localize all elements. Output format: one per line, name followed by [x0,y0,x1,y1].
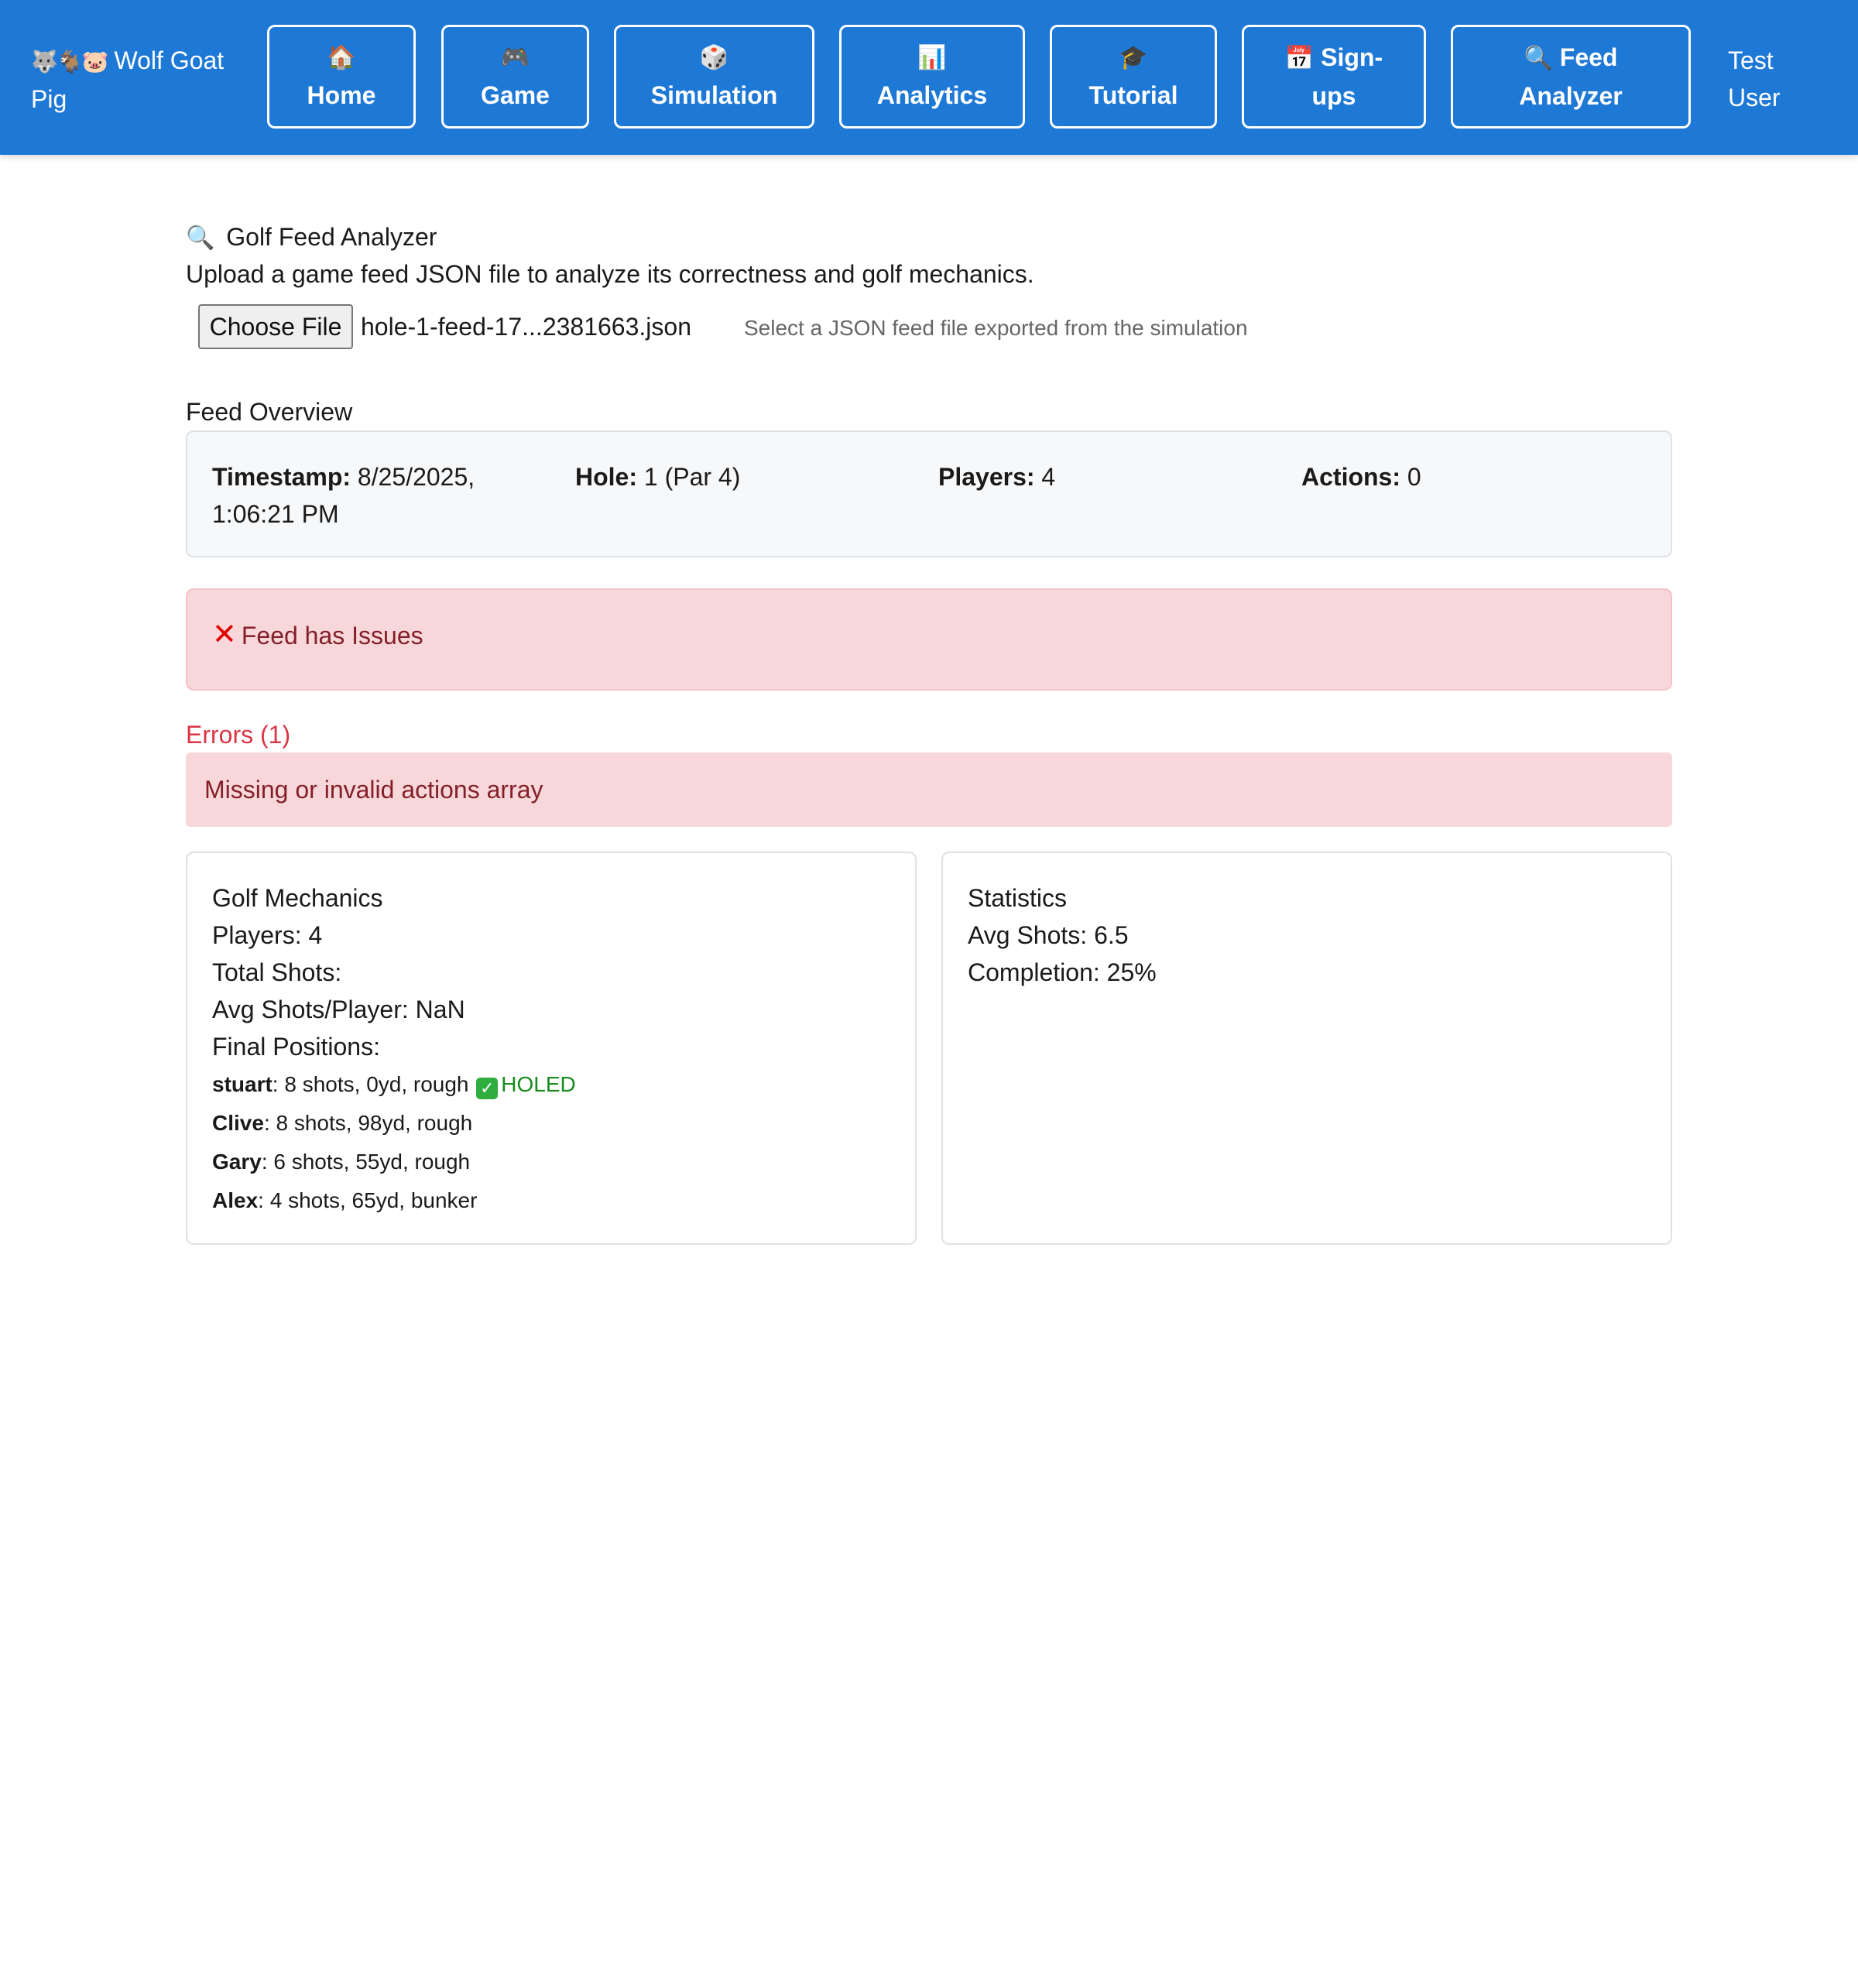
house-icon: 🏠 [327,45,356,70]
feed-status-text: Feed has Issues [241,622,423,650]
final-positions-label: Final Positions: [212,1033,380,1061]
errors-heading: Errors (1) [186,721,291,749]
timestamp-label: Timestamp: [212,463,351,491]
holed-badge: HOLED [501,1072,576,1096]
user-name[interactable]: Test User [1728,42,1821,116]
page-intro: Upload a game feed JSON file to analyze … [186,260,1034,288]
player-name: Gary [212,1150,262,1174]
overview-actions: Actions: 0 [1301,458,1627,495]
nav-home-button[interactable]: 🏠 Home [267,25,416,129]
nav-analytics-button[interactable]: 📊 Analytics [839,25,1025,129]
player-name: Clive [212,1111,264,1135]
overview-hole: Hole: 1 (Par 4) [575,458,900,495]
gamepad-icon: 🎮 [500,45,530,70]
nav-simulation-label: Simulation [650,81,778,109]
check-icon: ✓ [476,1078,499,1099]
statistics-card: Statistics Avg Shots: 6.5 Completion: 25… [941,852,1672,1245]
actions-label: Actions: [1301,463,1400,491]
hole-label: Hole: [575,463,637,491]
error-item: Missing or invalid actions array [186,752,1672,827]
player-name: stuart [212,1072,273,1096]
mechanics-avg-shots: Avg Shots/Player: NaN [212,996,465,1023]
mechanics-title: Golf Mechanics [212,884,383,912]
dice-icon: 🎲 [699,45,729,70]
statistics-avg-shots: Avg Shots: 6.5 [968,921,1129,949]
magnifier-icon: 🔍 [186,225,215,251]
player-detail: : 8 shots, 0yd, rough [272,1072,469,1096]
nav-tutorial-label: Tutorial [1088,81,1178,109]
feed-status-alert: ✕ Feed has Issues [186,588,1672,691]
nav-signups-label: Sign-ups [1311,43,1383,110]
cross-icon: ✕ [212,619,237,651]
player-detail: : 4 shots, 65yd, bunker [258,1188,478,1212]
statistics-title: Statistics [968,884,1068,912]
choose-file-button[interactable]: Choose File [198,304,353,349]
position-row: Clive: 8 shots, 98yd, rough [212,1104,890,1143]
overview-timestamp: Timestamp: 8/25/2025, 1:06:21 PM [212,458,537,533]
nav-simulation-button[interactable]: 🎲 Simulation [614,25,814,129]
actions-value: 0 [1407,463,1421,491]
calendar-icon: 📅 [1284,46,1315,71]
magnifier-icon: 🔍 [1524,46,1553,71]
player-detail: : 8 shots, 98yd, rough [263,1111,473,1135]
player-name: Alex [212,1188,259,1212]
mechanics-total-shots: Total Shots: [212,958,342,986]
overview-players: Players: 4 [938,458,1263,495]
feed-overview-panel: Timestamp: 8/25/2025, 1:06:21 PM Hole: 1… [186,430,1672,557]
nav-feed-analyzer-button[interactable]: 🔍 Feed Analyzer [1451,25,1691,129]
top-nav-bar: 🐺🐐🐷 Wolf Goat Pig 🏠 Home 🎮 Game 🎲 Simula… [0,0,1858,155]
brand-logo[interactable]: 🐺🐐🐷 Wolf Goat Pig [31,42,248,118]
nav-signups-button[interactable]: 📅 Sign-ups [1242,25,1426,129]
hole-value: 1 (Par 4) [643,463,741,491]
nav-home-label: Home [307,81,376,109]
mechanics-players: Players: 4 [212,921,323,949]
statistics-completion: Completion: 25% [968,958,1157,986]
golf-mechanics-card: Golf Mechanics Players: 4 Total Shots: A… [186,852,917,1245]
players-value: 4 [1041,463,1056,491]
selected-file-name: hole-1-feed-17...2381663.json [361,313,691,341]
nav-tutorial-button[interactable]: 🎓 Tutorial [1050,25,1217,129]
nav-analytics-label: Analytics [876,81,988,109]
player-detail: : 6 shots, 55yd, rough [261,1150,471,1174]
page-title-text: Golf Feed Analyzer [226,223,437,251]
bar-chart-icon: 📊 [917,45,947,70]
nav-game-button[interactable]: 🎮 Game [441,25,589,129]
nav-game-label: Game [481,81,550,109]
position-row: Gary: 6 shots, 55yd, rough [212,1143,890,1181]
animal-emoji-icon: 🐺🐐🐷 [31,50,109,74]
feed-overview-heading: Feed Overview [186,398,353,426]
position-row: stuart: 8 shots, 0yd, rough ✓ HOLED [212,1065,890,1104]
position-row: Alex: 4 shots, 65yd, bunker [212,1181,890,1220]
page-title: 🔍 Golf Feed Analyzer [186,218,437,257]
nav-feed-analyzer-text: 🔍 Feed Analyzer [1509,39,1633,115]
nav-signups-text: 📅 Sign-ups [1276,39,1392,115]
players-label: Players: [938,463,1035,491]
file-hint: Select a JSON feed file exported from th… [744,316,1248,340]
graduation-cap-icon: 🎓 [1119,45,1148,70]
